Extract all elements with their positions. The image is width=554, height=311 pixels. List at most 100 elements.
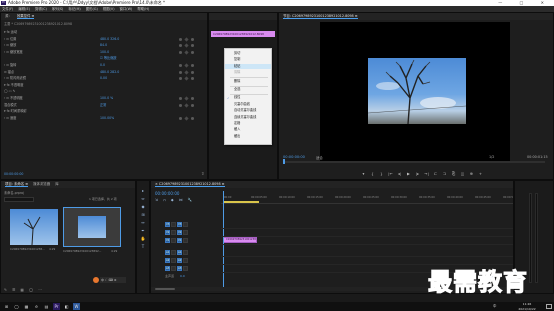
timeline-timecode[interactable]: 00:00:00:00 — [155, 191, 179, 196]
tool-button[interactable]: ◆ — [140, 204, 146, 210]
tab-media-browser[interactable]: 媒体浏览器 — [33, 182, 50, 186]
context-menu-item[interactable]: 剪切 — [225, 51, 271, 56]
effect-timecode[interactable]: 00:00:00:00 — [4, 172, 23, 177]
task-view-icon[interactable]: ▦ — [23, 303, 30, 310]
context-menu-item[interactable]: 粘贴 — [225, 63, 271, 70]
track-header[interactable]: A3 A3 — [165, 265, 215, 272]
effect-row[interactable]: ⊙ 锚点 480.0 282.0 — [4, 70, 204, 75]
effect-row[interactable]: ◯ ▭ ✎ — [4, 89, 204, 94]
transport-button[interactable]: ⊕ — [469, 171, 474, 176]
effect-row[interactable]: ▾ fx 运动 — [4, 30, 204, 35]
track-header[interactable]: A1 A1 — [165, 249, 215, 256]
transport-button[interactable]: →| — [424, 171, 429, 176]
tool-button[interactable]: ▸ — [140, 188, 146, 194]
keyframe-nav-icon[interactable] — [191, 50, 194, 54]
transport-button[interactable]: } — [379, 171, 384, 176]
effect-row[interactable]: › ⊙ 速度 100.00% — [4, 116, 204, 121]
track-target-button[interactable]: A2 — [177, 257, 182, 263]
lock-icon[interactable] — [171, 221, 176, 227]
effect-row[interactable]: › ⊙ 位置 480.0 326.0 — [4, 37, 204, 42]
eye-icon[interactable] — [183, 221, 188, 227]
menu-file[interactable]: 文件(F) — [2, 7, 13, 11]
effect-row-value[interactable]: 84.0 — [100, 43, 107, 48]
effect-row[interactable]: › ⊙ 不透明度 100.0 % — [4, 96, 204, 101]
effect-row[interactable]: › ⊙ 缩放 84.0 — [4, 43, 204, 48]
keyframe-nav-icon[interactable] — [184, 116, 189, 121]
lock-icon[interactable] — [171, 237, 176, 243]
source-patch-button[interactable]: A1 — [165, 249, 170, 255]
track-target-button[interactable]: A3 — [177, 265, 182, 271]
tab-project[interactable]: 项目: 未命名 ≡ — [5, 182, 29, 187]
context-menu-item[interactable]: ✓ 线性 — [225, 95, 271, 100]
notification-icon[interactable] — [546, 304, 552, 309]
source-patch-button[interactable]: A2 — [165, 257, 170, 263]
ime-toolbar[interactable]: 中 ☾ ⌨ ⚙ — [100, 277, 126, 283]
master-volume-value[interactable]: 0.0 — [180, 274, 185, 278]
effect-row[interactable]: › ⊙ 旋转 0.0 — [4, 63, 204, 68]
transport-button[interactable]: ▶ — [406, 171, 411, 176]
float-app-icon[interactable] — [93, 277, 99, 283]
eye-icon[interactable] — [183, 229, 188, 235]
context-menu-item[interactable]: 复制 — [225, 57, 271, 62]
tool-button[interactable]: T — [140, 244, 146, 250]
transport-button[interactable]: |← — [388, 171, 393, 176]
tab-effect-controls[interactable]: 效果控件 ≡ — [16, 14, 35, 19]
transport-button[interactable]: ⊐ — [442, 171, 447, 176]
source-patch-button[interactable]: V3 — [165, 221, 170, 227]
program-scrubber[interactable] — [283, 159, 545, 164]
effect-row-value[interactable]: 0.00 — [100, 76, 107, 81]
start-icon[interactable]: ⊞ — [3, 303, 10, 310]
export-frame-icon[interactable]: ⇧ — [201, 171, 207, 177]
keyframe-nav-icon[interactable] — [179, 37, 182, 41]
effect-row-value[interactable]: 100.00% — [100, 116, 114, 121]
keyframe-nav-icon[interactable] — [184, 102, 189, 108]
keyframe-nav-icon[interactable] — [191, 70, 194, 74]
transport-button[interactable]: ▾ — [361, 171, 366, 176]
mute-icon[interactable] — [183, 249, 188, 255]
menu-help[interactable]: 帮助(H) — [137, 7, 149, 11]
effect-row-value[interactable]: 100.0 — [100, 50, 109, 55]
menu-window[interactable]: 窗口(W) — [120, 7, 133, 11]
keyframe-nav-icon[interactable] — [184, 43, 189, 48]
effect-row-value[interactable]: 480.0 326.0 — [100, 37, 119, 42]
tab-libraries[interactable]: 库 — [55, 182, 58, 186]
keyframe-nav-icon[interactable] — [179, 103, 182, 107]
source-patch-button[interactable]: A3 — [165, 265, 170, 271]
menu-sequence[interactable]: 序列(S) — [52, 7, 64, 11]
master-track[interactable]: 主声道 0.0 — [165, 273, 215, 280]
context-menu-item[interactable]: 删除 — [225, 79, 271, 84]
context-menu-item[interactable]: 全选 — [225, 87, 271, 92]
taskbar-clock[interactable]: 11:26 2021/10/22 — [512, 302, 542, 311]
project-thumbnail-1[interactable] — [10, 209, 58, 246]
program-playhead[interactable] — [283, 159, 285, 164]
app-icon[interactable]: ◧ — [63, 303, 70, 310]
quality-select[interactable]: 1/2 — [489, 155, 494, 159]
keyframe-nav-icon[interactable] — [179, 50, 182, 54]
word-icon[interactable]: W — [73, 303, 80, 310]
effect-row[interactable]: › ⊙ 防闪烁滤镜 0.00 — [4, 76, 204, 81]
maximize-button[interactable]: □ — [520, 0, 532, 5]
keyframe-nav-icon[interactable] — [191, 44, 194, 48]
tool-button[interactable]: ⊞ — [140, 212, 146, 218]
keyframe-nav-icon[interactable] — [184, 76, 189, 81]
timeline-scroll-thumb[interactable] — [155, 288, 175, 290]
keyframe-nav-icon[interactable] — [184, 63, 189, 68]
timeline-playhead[interactable] — [223, 191, 224, 291]
context-menu-item[interactable]: 清除 — [225, 70, 271, 75]
timeline-clip-v1[interactable]: C20697989231001238921012.8098 — [223, 237, 257, 243]
transport-button[interactable]: { — [370, 171, 375, 176]
keyframe-nav-icon[interactable] — [179, 97, 182, 100]
tab-sequence[interactable]: × C20697989231001238921012.8098 ≡ — [155, 182, 225, 187]
context-menu-item[interactable]: 缓出 — [225, 134, 271, 139]
menu-clip[interactable]: 剪辑(C) — [35, 7, 47, 11]
transport-button[interactable]: |▸ — [415, 171, 420, 176]
program-timecode[interactable]: 00:00:00:00 — [283, 155, 305, 159]
project-thumbnail-2[interactable] — [63, 207, 121, 247]
keyframe-nav-icon[interactable] — [191, 116, 194, 120]
keyframe-nav-icon[interactable] — [179, 64, 182, 67]
keyframe-nav-icon[interactable] — [184, 50, 189, 55]
context-menu-item[interactable]: 缓入 — [225, 127, 271, 132]
close-button[interactable]: ✕ — [541, 0, 552, 5]
keyframe-nav-icon[interactable] — [184, 69, 189, 75]
premiere-icon[interactable]: Pr — [53, 303, 60, 310]
